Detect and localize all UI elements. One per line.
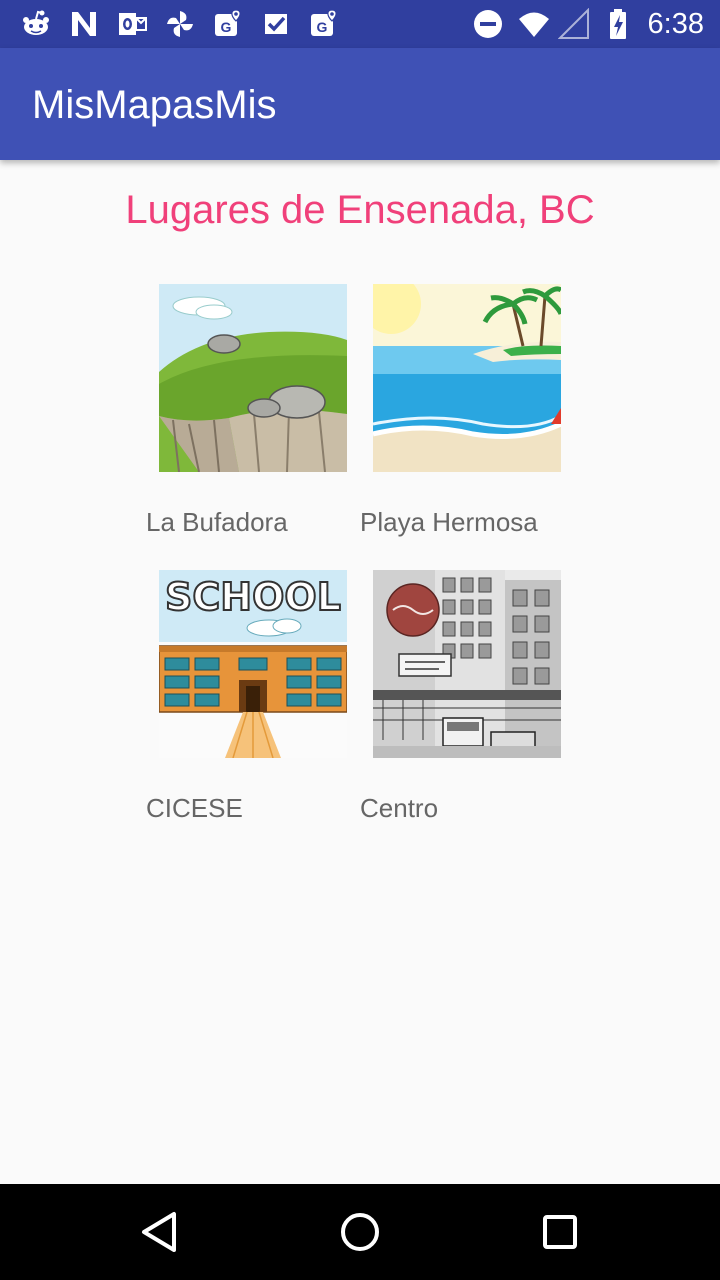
back-icon[interactable] <box>128 1200 192 1264</box>
battery-charging-icon <box>610 9 626 39</box>
reddit-icon <box>23 10 49 35</box>
cliff-illustration <box>159 284 347 472</box>
place-image-playa-hermosa[interactable] <box>373 284 561 472</box>
svg-text:SCHOOL: SCHOOL <box>165 575 341 619</box>
pinwheel-icon <box>167 11 193 37</box>
signal-icon <box>558 8 589 39</box>
n-app-icon <box>72 12 96 36</box>
page-heading: Lugares de Ensenada, BC <box>125 188 595 232</box>
place-label-cicese[interactable]: CICESE <box>146 792 243 824</box>
place-label-playa-hermosa[interactable]: Playa Hermosa <box>360 506 538 538</box>
place-label-la-bufadora[interactable]: La Bufadora <box>146 506 288 538</box>
navigation-bar <box>0 1184 720 1280</box>
maps-icon: G <box>215 9 241 36</box>
wifi-icon <box>519 12 549 37</box>
maps-icon: G <box>311 9 337 36</box>
place-image-centro[interactable] <box>373 570 561 758</box>
do-not-disturb-icon <box>474 10 502 38</box>
inbox-check-icon <box>265 14 287 34</box>
place-label-centro[interactable]: Centro <box>360 792 438 824</box>
svg-text:G: G <box>317 19 328 35</box>
home-icon[interactable] <box>328 1200 392 1264</box>
city-street-sketch <box>373 570 561 758</box>
place-image-la-bufadora[interactable] <box>159 284 347 472</box>
svg-text:G: G <box>221 19 232 35</box>
clock: 6:38 <box>647 8 704 40</box>
outlook-icon <box>119 13 147 35</box>
beach-illustration <box>373 284 561 472</box>
app-bar: MisMapasMis <box>0 48 720 160</box>
recents-icon[interactable] <box>528 1200 592 1264</box>
status-bar: G G 6:38 <box>0 0 720 48</box>
place-image-cicese[interactable]: SCHOOL <box>159 570 347 758</box>
app-title: MisMapasMis <box>32 83 277 127</box>
school-illustration: SCHOOL <box>159 570 347 758</box>
